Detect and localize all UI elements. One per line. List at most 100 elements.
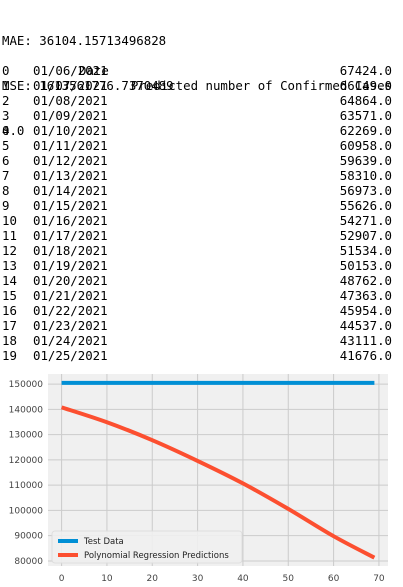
row-date: 01/13/2021 (33, 168, 108, 183)
row-date: 01/21/2021 (33, 288, 108, 303)
y-tick-label: 80000 (14, 557, 43, 567)
row-index: 5 (2, 138, 10, 153)
row-value: 52907.0 (339, 228, 392, 243)
row-date: 01/22/2021 (33, 303, 108, 318)
y-tick-label: 150000 (9, 380, 44, 390)
y-tick-label: 140000 (9, 405, 44, 415)
row-index: 3 (2, 108, 10, 123)
x-tick-label: 30 (192, 574, 204, 584)
row-date: 01/25/2021 (33, 348, 108, 363)
row-value: 55626.0 (339, 198, 392, 213)
row-date: 01/15/2021 (33, 198, 108, 213)
row-value: 66149.0 (339, 78, 392, 93)
y-tick-label: 130000 (9, 431, 44, 441)
x-tick-label: 50 (283, 574, 295, 584)
legend-label: Test Data (83, 537, 124, 547)
table-row: 11 01/17/2021 52907.0 (2, 228, 392, 243)
row-date: 01/08/2021 (33, 93, 108, 108)
row-index: 9 (2, 198, 10, 213)
x-tick-label: 70 (373, 574, 385, 584)
row-date: 01/07/2021 (33, 78, 108, 93)
row-date: 01/06/2021 (33, 63, 108, 78)
y-tick-label: 110000 (9, 481, 44, 491)
table-row: 3 01/09/2021 63571.0 (2, 108, 392, 123)
row-value: 54271.0 (339, 213, 392, 228)
row-index: 0 (2, 63, 10, 78)
row-index: 14 (2, 273, 17, 288)
y-tick-label: 100000 (9, 506, 44, 516)
row-index: 7 (2, 168, 10, 183)
table-row: 15 01/21/2021 47363.0 (2, 288, 392, 303)
table-row: 13 01/19/2021 50153.0 (2, 258, 392, 273)
table-row: 12 01/18/2021 51534.0 (2, 243, 392, 258)
row-date: 01/24/2021 (33, 333, 108, 348)
row-index: 13 (2, 258, 17, 273)
row-date: 01/09/2021 (33, 108, 108, 123)
table-row: 19 01/25/2021 41676.0 (2, 348, 392, 363)
row-value: 47363.0 (339, 288, 392, 303)
row-value: 51534.0 (339, 243, 392, 258)
row-index: 10 (2, 213, 17, 228)
table-row: 14 01/20/2021 48762.0 (2, 273, 392, 288)
table-row: 10 01/16/2021 54271.0 (2, 213, 392, 228)
row-value: 67424.0 (339, 63, 392, 78)
predictions-table: Date Predicted number of Confirmed Cases… (2, 48, 392, 363)
row-date: 01/17/2021 (33, 228, 108, 243)
x-tick-label: 20 (147, 574, 159, 584)
row-date: 01/18/2021 (33, 243, 108, 258)
row-date: 01/14/2021 (33, 183, 108, 198)
table-header: Date Predicted number of Confirmed Cases (2, 48, 392, 93)
table-row: 9 01/15/2021 55626.0 (2, 198, 392, 213)
row-value: 43111.0 (339, 333, 392, 348)
row-value: 60958.0 (339, 138, 392, 153)
table-row: 17 01/23/2021 44537.0 (2, 318, 392, 333)
row-date: 01/12/2021 (33, 153, 108, 168)
row-index: 4 (2, 123, 10, 138)
row-index: 18 (2, 333, 17, 348)
row-value: 58310.0 (339, 168, 392, 183)
y-tick-label: 120000 (9, 456, 44, 466)
table-row: 1 01/07/2021 66149.0 (2, 78, 392, 93)
table-row: 5 01/11/2021 60958.0 (2, 138, 392, 153)
row-value: 41676.0 (339, 348, 392, 363)
table-row: 4 01/10/2021 62269.0 (2, 123, 392, 138)
row-index: 11 (2, 228, 17, 243)
row-date: 01/19/2021 (33, 258, 108, 273)
table-row: 7 01/13/2021 58310.0 (2, 168, 392, 183)
row-index: 8 (2, 183, 10, 198)
legend-label: Polynomial Regression Predictions (84, 551, 229, 561)
row-index: 6 (2, 153, 10, 168)
row-value: 48762.0 (339, 273, 392, 288)
row-index: 15 (2, 288, 17, 303)
x-tick-label: 60 (328, 574, 340, 584)
x-tick-label: 40 (237, 574, 249, 584)
row-value: 45954.0 (339, 303, 392, 318)
row-value: 56973.0 (339, 183, 392, 198)
row-index: 2 (2, 93, 10, 108)
mae-line: MAE: 36104.15713496828 (2, 33, 167, 48)
regression-chart: 0 10 20 30 40 50 60 70 80000 90000 100000 110000 120… (9, 374, 388, 584)
table-row: 8 01/14/2021 56973.0 (2, 183, 392, 198)
y-tick-label: 90000 (14, 532, 43, 542)
row-date: 01/20/2021 (33, 273, 108, 288)
x-tick-label: 0 (59, 574, 65, 584)
row-date: 01/16/2021 (33, 213, 108, 228)
row-date: 01/10/2021 (33, 123, 108, 138)
row-date: 01/23/2021 (33, 318, 108, 333)
row-index: 17 (2, 318, 17, 333)
table-row: 18 01/24/2021 43111.0 (2, 333, 392, 348)
row-value: 62269.0 (339, 123, 392, 138)
row-index: 16 (2, 303, 17, 318)
table-row: 6 01/12/2021 59639.0 (2, 153, 392, 168)
row-index: 19 (2, 348, 17, 363)
table-row: 0 01/06/2021 67424.0 (2, 63, 392, 78)
x-tick-label: 10 (101, 574, 113, 584)
row-date: 01/11/2021 (33, 138, 108, 153)
table-row: 2 01/08/2021 64864.0 (2, 93, 392, 108)
table-row: 16 01/22/2021 45954.0 (2, 303, 392, 318)
row-index: 12 (2, 243, 17, 258)
row-value: 50153.0 (339, 258, 392, 273)
row-value: 64864.0 (339, 93, 392, 108)
row-index: 1 (2, 78, 10, 93)
row-value: 59639.0 (339, 153, 392, 168)
